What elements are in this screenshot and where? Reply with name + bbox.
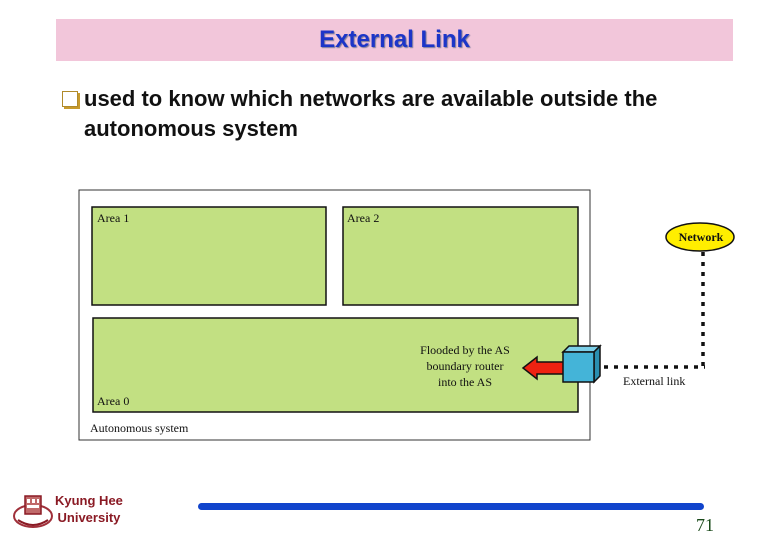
- university-name-line1: Kyung Hee: [55, 493, 123, 508]
- area-1-label: Area 1: [97, 211, 129, 225]
- external-link-label: External link: [623, 374, 685, 388]
- university-name-line2: University: [57, 510, 121, 525]
- ospf-diagram: Area 1 Area 2 Area 0 Autonomous system F…: [78, 189, 735, 441]
- footer-divider: [198, 503, 704, 510]
- network-label: Network: [679, 230, 724, 244]
- boundary-router-icon: [561, 344, 602, 384]
- area-0-box: [92, 317, 579, 413]
- flood-note-line1: Flooded by the AS: [420, 343, 510, 357]
- university-logo-icon: [13, 495, 53, 528]
- area-0-label: Area 0: [97, 394, 129, 408]
- university-name: Kyung Hee University: [55, 492, 123, 526]
- autonomous-system-label: Autonomous system: [90, 421, 189, 435]
- flood-note-line3: into the AS: [438, 375, 492, 389]
- flood-note-line2: boundary router: [427, 359, 504, 373]
- page-number: 71: [696, 515, 714, 535]
- area-2-label: Area 2: [347, 211, 379, 225]
